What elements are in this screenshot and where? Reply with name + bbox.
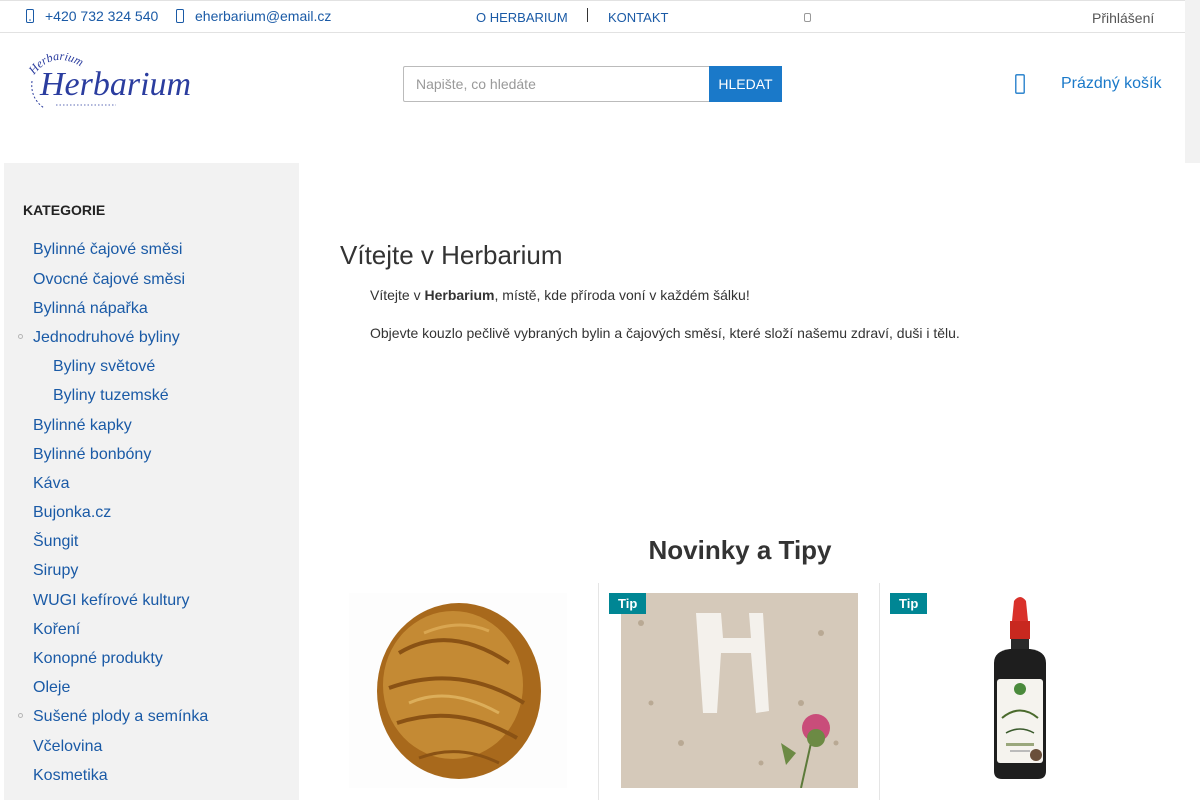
tip-badge: Tip xyxy=(890,593,928,614)
sidebar-item-sungit[interactable]: Šungit xyxy=(33,533,78,551)
intro-text-secondary: Objevte kouzlo pečlivě vybraných bylin a… xyxy=(370,325,960,341)
header: Herbarium Herbarium HLEDAT Prázdný košík xyxy=(0,33,1185,163)
sidebar-subitem-byliny-svetove[interactable]: Byliny světové xyxy=(53,358,155,376)
sidebar-item-bylinne-bonbony[interactable]: Bylinné bonbóny xyxy=(33,446,151,464)
tip-badge: Tip xyxy=(609,593,647,614)
email-icon xyxy=(174,8,186,24)
sidebar-subitem-byliny-tuzemske[interactable]: Byliny tuzemské xyxy=(53,387,169,405)
product-card[interactable] xyxy=(317,583,598,800)
sidebar-item-kosmetika[interactable]: Kosmetika xyxy=(33,767,108,785)
cart[interactable]: Prázdný košík xyxy=(1015,73,1161,95)
expand-dot-icon[interactable] xyxy=(18,334,23,339)
logo[interactable]: Herbarium Herbarium xyxy=(25,49,202,113)
sidebar-item-bylinna-naparka[interactable]: Bylinná nápařka xyxy=(33,300,148,318)
nav-link-about[interactable]: O HERBARIUM xyxy=(476,10,568,25)
sidebar-item-jednodruhove-byliny[interactable]: Jednodruhové byliny xyxy=(33,329,180,347)
sidebar-item-kava[interactable]: Káva xyxy=(33,475,69,493)
section-title: Novinky a Tipy xyxy=(648,535,832,565)
product-image-dried-banana[interactable] xyxy=(349,593,567,788)
intro-brand: Herbarium xyxy=(424,287,495,303)
sidebar-item-oleje[interactable]: Oleje xyxy=(33,679,70,697)
sidebar-item-bylinne-cajove-smesi[interactable]: Bylinné čajové směsi xyxy=(33,241,182,259)
sidebar-item-susene-plody-a-seminka[interactable]: Sušené plody a semínka xyxy=(33,708,208,726)
language-icon[interactable] xyxy=(804,13,811,22)
email-contact[interactable]: eherbarium@email.cz xyxy=(174,8,331,24)
nav-divider xyxy=(587,8,588,22)
phone-icon xyxy=(24,8,36,24)
top-bar: +420 732 324 540 eherbarium@email.cz O H… xyxy=(0,0,1185,33)
intro-suffix: , místě, kde příroda voní v každém šálku… xyxy=(494,287,750,303)
search-form: HLEDAT xyxy=(403,66,782,102)
sidebar-title: KATEGORIE xyxy=(23,202,106,218)
sidebar-item-bujonka[interactable]: Bujonka.cz xyxy=(33,504,111,522)
sidebar-item-vcelovina[interactable]: Včelovina xyxy=(33,738,102,756)
nav-link-contact[interactable]: KONTAKT xyxy=(608,10,668,25)
intro-prefix: Vítejte v xyxy=(370,287,425,303)
sidebar-item-bylinne-kapky[interactable]: Bylinné kapky xyxy=(33,417,132,435)
expand-dot-icon[interactable] xyxy=(18,713,23,718)
sidebar-item-wugi-kefirove-kultury[interactable]: WUGI kefírové kultury xyxy=(33,592,189,610)
product-card[interactable]: Tip xyxy=(598,583,879,800)
intro-text: Vítejte v Herbarium, místě, kde příroda … xyxy=(370,287,750,303)
search-input[interactable] xyxy=(403,66,709,102)
search-button[interactable]: HLEDAT xyxy=(709,66,782,102)
product-image-dropper-bottle[interactable] xyxy=(902,593,1139,788)
sidebar-item-ovocne-cajove-smesi[interactable]: Ovocné čajové směsi xyxy=(33,271,185,289)
sidebar-item-sirupy[interactable]: Sirupy xyxy=(33,562,78,580)
category-sidebar: KATEGORIE Bylinné čajové směsi Ovocné ča… xyxy=(4,163,299,800)
logo-text: Herbarium xyxy=(39,66,191,103)
login-link[interactable]: Přihlášení xyxy=(1092,10,1154,26)
product-card[interactable]: Tip xyxy=(879,583,1160,800)
sidebar-item-koreni[interactable]: Koření xyxy=(33,621,80,639)
page-title: Vítejte v Herbarium xyxy=(340,240,563,270)
phone-contact[interactable]: +420 732 324 540 xyxy=(24,8,158,24)
cart-icon xyxy=(1015,73,1029,95)
product-image-milk-thistle[interactable] xyxy=(621,593,858,789)
cart-label[interactable]: Prázdný košík xyxy=(1061,75,1161,93)
page-gutter xyxy=(1185,0,1200,163)
sidebar-item-konopne-produkty[interactable]: Konopné produkty xyxy=(33,650,163,668)
email-address[interactable]: eherbarium@email.cz xyxy=(195,8,331,24)
phone-number[interactable]: +420 732 324 540 xyxy=(45,8,158,24)
